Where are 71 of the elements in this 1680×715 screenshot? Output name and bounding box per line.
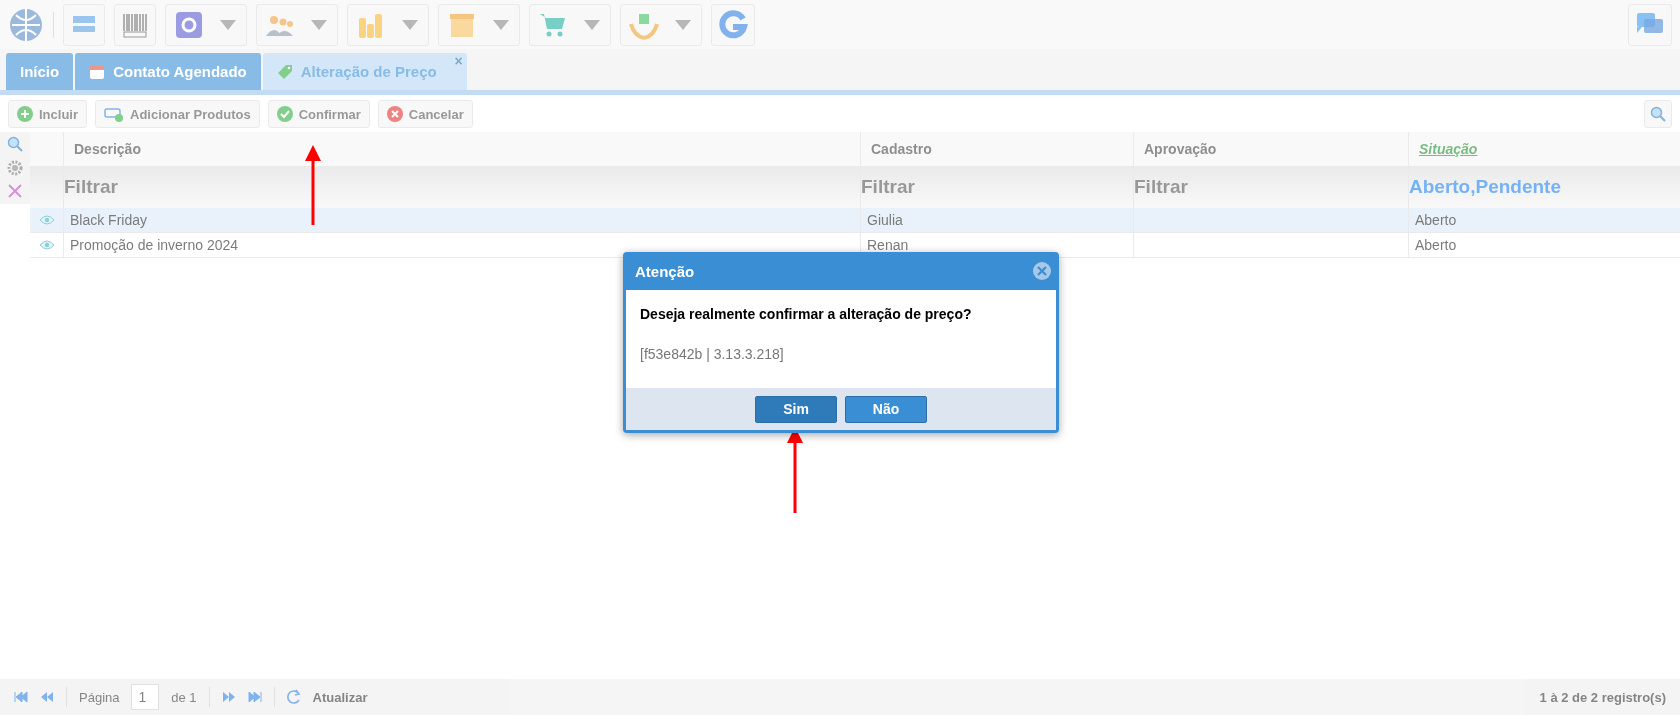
action-button[interactable]: Cancelar [377,100,473,128]
table-cell: Renan [867,237,909,253]
gear-icon[interactable] [7,160,23,176]
first-page-icon[interactable] [14,692,28,702]
caret-icon [220,19,236,30]
filter-field[interactable]: Filtrar [64,176,118,198]
search-icon [1650,106,1666,122]
search-button[interactable] [1644,100,1672,128]
caret-icon [584,19,600,30]
dialog-message: Deseja realmente confirmar a alteração de preço? [640,306,973,322]
record-count: 1 à 2 de 2 registro(s) [1539,689,1666,705]
caret-icon [311,19,327,30]
refresh-icon[interactable] [286,689,301,705]
barcode-button[interactable] [114,3,156,46]
tab-label: Contato Agendado [113,63,247,80]
filter-field[interactable]: Filtrar [1134,176,1188,198]
cancel-icon [386,106,403,122]
logo-icon [8,6,44,43]
search-icon[interactable] [7,136,23,152]
people-menu[interactable] [256,3,338,46]
g-logo-button[interactable] [711,3,755,46]
dialog-button[interactable]: Sim [755,395,837,423]
eye-icon[interactable] [38,215,55,225]
tab[interactable]: Contato Agendado [75,53,261,90]
table-cell: Black Friday [70,212,148,228]
previous-page-icon[interactable] [40,692,54,702]
next-page-icon[interactable] [221,692,236,702]
calendar-icon [89,63,106,80]
table-cell: Giulia [867,212,903,228]
close-tab-button[interactable]: × [454,53,463,69]
tab-label: Início [20,63,60,80]
column-header[interactable]: Aprovação [1144,141,1217,157]
add-products-icon [104,106,124,122]
version-text: [f53e842b | 3.13.3.218] [640,346,785,362]
settings-menu[interactable] [165,3,247,46]
clear-icon[interactable] [8,184,22,198]
page-field[interactable]: 1 [131,684,160,710]
action-button[interactable]: Confirmar [267,100,370,128]
chat-button[interactable] [1628,3,1672,46]
check-icon [276,106,293,122]
caret-icon [493,19,509,30]
filter-field[interactable]: Filtrar [861,176,915,198]
action-button[interactable]: Incluir [8,100,87,128]
table-cell: Aberto [1415,237,1457,253]
tab[interactable]: Alteração de Preço × [262,53,467,90]
page-label: Página [79,689,120,705]
plus-icon [17,106,33,122]
bar-chart-menu[interactable] [347,3,429,46]
dialog-title: Atenção [635,262,695,280]
tag-icon [276,63,293,80]
close-icon[interactable] [1032,261,1052,281]
settings-icon [174,9,204,40]
table-cell: Promoção de inverno 2024 [70,237,239,253]
caret-icon [402,19,418,30]
column-header[interactable]: Descrição [74,141,141,157]
dialog-button[interactable]: Não [845,395,927,423]
refresh-button[interactable]: Atualizar [312,689,368,705]
caret-icon [675,19,691,30]
column-header[interactable]: Situação [1419,141,1478,157]
table-cell: Aberto [1415,212,1457,228]
cart-menu[interactable] [529,3,611,46]
filter-field[interactable]: Aberto,Pendente [1409,176,1562,198]
tab-label: Alteração de Preço [300,63,437,80]
last-page-icon[interactable] [247,692,262,702]
action-button[interactable]: Adicionar Produtos [95,100,260,128]
column-header[interactable]: Cadastro [871,141,932,157]
table-row[interactable]: Black Friday Giulia Aberto [30,208,1680,233]
eye-icon[interactable] [38,240,55,250]
tab[interactable]: Início [6,53,74,90]
page-count: de 1 [171,689,197,705]
box-menu[interactable] [438,3,520,46]
